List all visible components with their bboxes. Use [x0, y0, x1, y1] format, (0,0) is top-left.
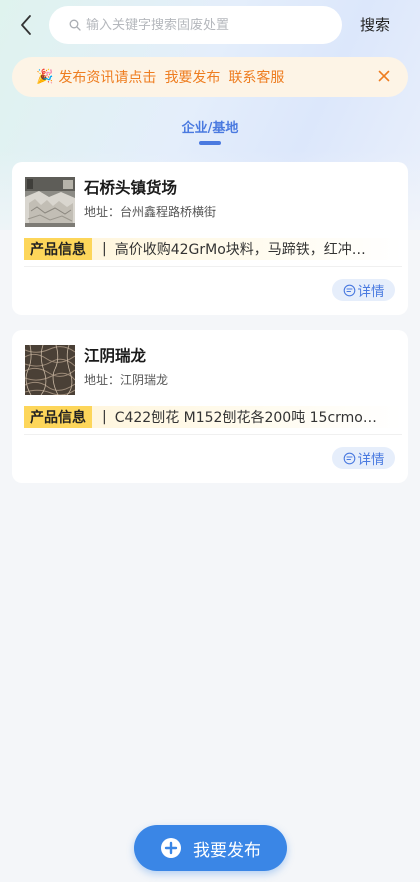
message-icon — [343, 284, 355, 296]
product-info-text: C422刨花 M152刨花各200吨 15crmo… — [114, 410, 377, 426]
notice-publish-link[interactable]: 我要发布 — [164, 67, 220, 87]
company-address: 地址：台州鑫程路桥横街 — [84, 205, 217, 219]
tab-active-indicator — [199, 141, 221, 145]
card-divider — [24, 266, 402, 267]
notice-contact-link[interactable]: 联系客服 — [228, 67, 284, 87]
detail-label: 详情 — [357, 452, 385, 468]
detail-button[interactable]: 详情 — [332, 279, 395, 301]
notice-text: 发布资讯请点击 — [58, 70, 157, 86]
publish-button[interactable]: 我要发布 — [134, 825, 287, 871]
search-input[interactable] — [86, 17, 326, 33]
close-icon[interactable] — [376, 68, 392, 84]
product-info-separator: | — [102, 241, 107, 257]
tab-enterprise-base[interactable]: 企业/基地 — [0, 117, 420, 136]
product-info-separator: | — [102, 409, 107, 425]
company-address: 地址：江阴瑞龙 — [84, 373, 169, 387]
party-popper-icon: 🎉 — [36, 69, 54, 85]
top-bar: 搜索 — [0, 0, 420, 50]
chevron-left-icon — [21, 15, 31, 35]
product-info-row: 产品信息 | 高价收购42GrMo块料，马蹄铁，红冲… — [24, 238, 402, 260]
back-button[interactable] — [12, 12, 40, 38]
plus-circle-icon — [160, 837, 182, 859]
search-button[interactable]: 搜索 — [360, 14, 390, 35]
detail-label: 详情 — [357, 284, 385, 300]
search-icon — [69, 19, 81, 31]
company-thumbnail — [25, 345, 75, 395]
detail-button[interactable]: 详情 — [332, 447, 395, 469]
list-item[interactable]: 江阴瑞龙 地址：江阴瑞龙 产品信息 | C422刨花 M152刨花各200吨 1… — [12, 330, 408, 483]
company-thumbnail — [25, 177, 75, 227]
search-bar[interactable] — [49, 6, 342, 44]
product-info-label: 产品信息 — [24, 238, 92, 260]
message-icon — [343, 452, 355, 464]
notice-banner: 🎉 发布资讯请点击 我要发布 联系客服 — [12, 57, 408, 97]
company-name: 石桥头镇货场 — [84, 179, 178, 197]
card-divider — [24, 434, 402, 435]
publish-button-label: 我要发布 — [193, 840, 261, 861]
product-info-text: 高价收购42GrMo块料，马蹄铁，红冲… — [114, 242, 366, 258]
product-info-row: 产品信息 | C422刨花 M152刨花各200吨 15crmo… — [24, 406, 402, 428]
product-info-label: 产品信息 — [24, 406, 92, 428]
list-item[interactable]: 石桥头镇货场 地址：台州鑫程路桥横街 产品信息 | 高价收购42GrMo块料，马… — [12, 162, 408, 315]
company-name: 江阴瑞龙 — [84, 347, 147, 365]
